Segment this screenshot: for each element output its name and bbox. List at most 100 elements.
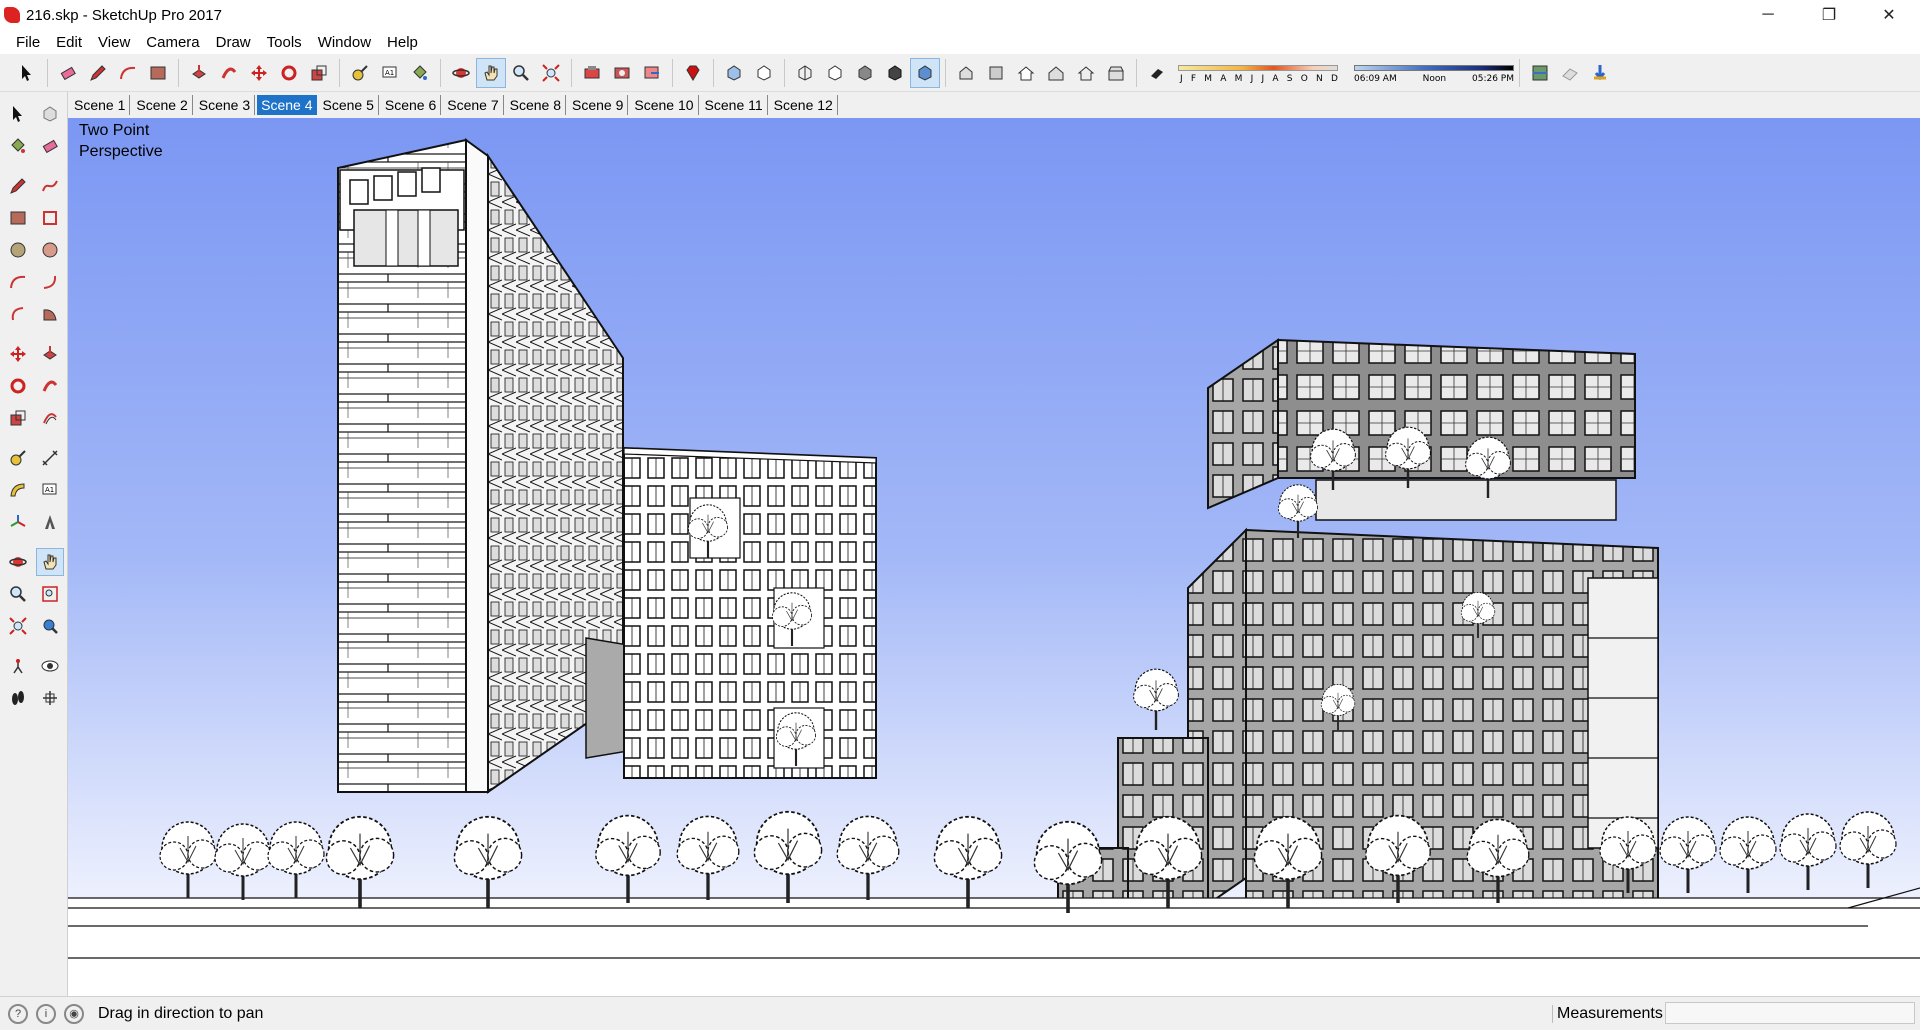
make-component-icon[interactable] xyxy=(36,100,64,128)
ruby-extension-icon[interactable] xyxy=(678,58,708,88)
tab-scene-6[interactable]: Scene 6 xyxy=(381,95,442,115)
tab-scene-3[interactable]: Scene 3 xyxy=(195,95,256,115)
shaded-textures-style-icon[interactable] xyxy=(880,58,910,88)
polygon-tool-icon[interactable] xyxy=(36,236,64,264)
menu-help[interactable]: Help xyxy=(379,34,426,51)
rectangle-tool-icon[interactable] xyxy=(143,58,173,88)
pan-tool-icon[interactable] xyxy=(476,57,506,88)
pencil-tool-icon[interactable] xyxy=(83,58,113,88)
paint-bucket-icon[interactable] xyxy=(4,132,32,160)
line-tool-icon[interactable] xyxy=(4,172,32,200)
move-tool-icon[interactable] xyxy=(4,340,32,368)
menu-draw[interactable]: Draw xyxy=(208,34,259,51)
tape-measure-tool-icon[interactable] xyxy=(345,58,375,88)
geo-location-status-icon[interactable]: ? xyxy=(8,1003,28,1024)
zoom-extents-icon[interactable] xyxy=(4,612,32,640)
follow-me-tool-icon[interactable] xyxy=(214,58,244,88)
rotated-rectangle-icon[interactable] xyxy=(36,204,64,232)
zoom-window-icon[interactable] xyxy=(36,580,64,608)
credits-info-icon[interactable]: i xyxy=(36,1003,56,1024)
model-viewport[interactable]: Two Point Perspective xyxy=(68,118,1920,996)
freehand-tool-icon[interactable] xyxy=(36,172,64,200)
geolocation-icon[interactable] xyxy=(1585,58,1615,88)
position-camera-icon[interactable] xyxy=(4,652,32,680)
extension-warehouse-icon[interactable] xyxy=(637,58,667,88)
minimize-button[interactable]: ─ xyxy=(1745,0,1791,30)
shaded-style-icon[interactable] xyxy=(850,58,880,88)
text-tool-icon[interactable]: A1 xyxy=(36,476,64,504)
select-tool-icon[interactable] xyxy=(12,58,42,88)
tape-measure-icon[interactable] xyxy=(4,444,32,472)
menu-camera[interactable]: Camera xyxy=(138,34,207,51)
wireframe-style-icon[interactable] xyxy=(790,58,820,88)
look-around-icon[interactable] xyxy=(36,652,64,680)
select-tool-icon[interactable] xyxy=(4,100,32,128)
tab-scene-5[interactable]: Scene 5 xyxy=(319,95,379,115)
tab-scene-1[interactable]: Scene 1 xyxy=(70,95,131,115)
measurements-field[interactable] xyxy=(1665,1002,1915,1024)
date-slider-track[interactable] xyxy=(1178,64,1338,71)
push-pull-icon[interactable] xyxy=(36,340,64,368)
top-view-icon[interactable] xyxy=(981,58,1011,88)
menu-file[interactable]: File xyxy=(8,34,48,51)
rotate-tool-icon[interactable] xyxy=(274,58,304,88)
menu-view[interactable]: View xyxy=(90,34,138,51)
time-slider[interactable]: 06:09 AM Noon 05:26 PM xyxy=(1354,59,1514,87)
back-edges-style-icon[interactable] xyxy=(749,58,779,88)
section-plane-icon[interactable] xyxy=(36,684,64,712)
scale-tool-icon[interactable] xyxy=(4,404,32,432)
monochrome-style-icon[interactable] xyxy=(910,57,940,88)
3d-text-icon[interactable] xyxy=(36,508,64,536)
tab-scene-4[interactable]: Scene 4 xyxy=(257,95,317,115)
tab-scene-2[interactable]: Scene 2 xyxy=(132,95,193,115)
orbit-tool-icon[interactable] xyxy=(446,58,476,88)
user-account-icon[interactable]: ◉ xyxy=(64,1003,84,1024)
eraser-icon[interactable] xyxy=(36,132,64,160)
walk-icon[interactable] xyxy=(4,684,32,712)
rectangle-tool-icon[interactable] xyxy=(4,204,32,232)
hidden-line-style-icon[interactable] xyxy=(820,58,850,88)
time-slider-track[interactable] xyxy=(1354,64,1514,71)
xray-style-icon[interactable] xyxy=(719,58,749,88)
push-pull-tool-icon[interactable] xyxy=(184,58,214,88)
iso-view-icon[interactable] xyxy=(951,58,981,88)
3d-warehouse-icon[interactable] xyxy=(577,58,607,88)
rotate-tool-icon[interactable] xyxy=(4,372,32,400)
zoom-extents-icon[interactable] xyxy=(536,58,566,88)
paint-bucket-tool-icon[interactable] xyxy=(405,58,435,88)
maximize-button[interactable]: ❐ xyxy=(1806,0,1852,30)
arc-tool-icon[interactable] xyxy=(113,58,143,88)
previous-view-icon[interactable] xyxy=(36,612,64,640)
tab-scene-9[interactable]: Scene 9 xyxy=(568,95,629,115)
text-tool-icon[interactable]: A1 xyxy=(375,58,405,88)
pie-tool-icon[interactable] xyxy=(36,300,64,328)
offset-tool-icon[interactable] xyxy=(36,404,64,432)
zoom-tool-icon[interactable] xyxy=(506,58,536,88)
menu-edit[interactable]: Edit xyxy=(48,34,90,51)
move-tool-icon[interactable] xyxy=(244,58,274,88)
shadow-toggle-icon[interactable] xyxy=(1142,58,1172,88)
tab-scene-10[interactable]: Scene 10 xyxy=(630,95,699,115)
two-point-arc-icon[interactable] xyxy=(36,268,64,296)
left-view-icon[interactable] xyxy=(1101,58,1131,88)
eraser-tool-icon[interactable] xyxy=(53,58,83,88)
front-view-icon[interactable] xyxy=(1011,58,1041,88)
close-button[interactable]: ✕ xyxy=(1866,0,1912,30)
tab-scene-8[interactable]: Scene 8 xyxy=(506,95,566,115)
share-component-icon[interactable] xyxy=(607,58,637,88)
back-view-icon[interactable] xyxy=(1071,58,1101,88)
orbit-icon[interactable] xyxy=(4,548,32,576)
menu-window[interactable]: Window xyxy=(310,34,379,51)
add-location-icon[interactable] xyxy=(1525,58,1555,88)
three-point-arc-icon[interactable] xyxy=(4,300,32,328)
arc-tool-icon[interactable] xyxy=(4,268,32,296)
tab-scene-7[interactable]: Scene 7 xyxy=(443,95,504,115)
zoom-icon[interactable] xyxy=(4,580,32,608)
tab-scene-12[interactable]: Scene 12 xyxy=(770,95,838,115)
tab-scene-11[interactable]: Scene 11 xyxy=(701,95,768,115)
toggle-terrain-icon[interactable] xyxy=(1555,58,1585,88)
right-view-icon[interactable] xyxy=(1041,58,1071,88)
protractor-icon[interactable] xyxy=(4,476,32,504)
scale-tool-icon[interactable] xyxy=(304,58,334,88)
pan-icon[interactable] xyxy=(36,548,64,576)
